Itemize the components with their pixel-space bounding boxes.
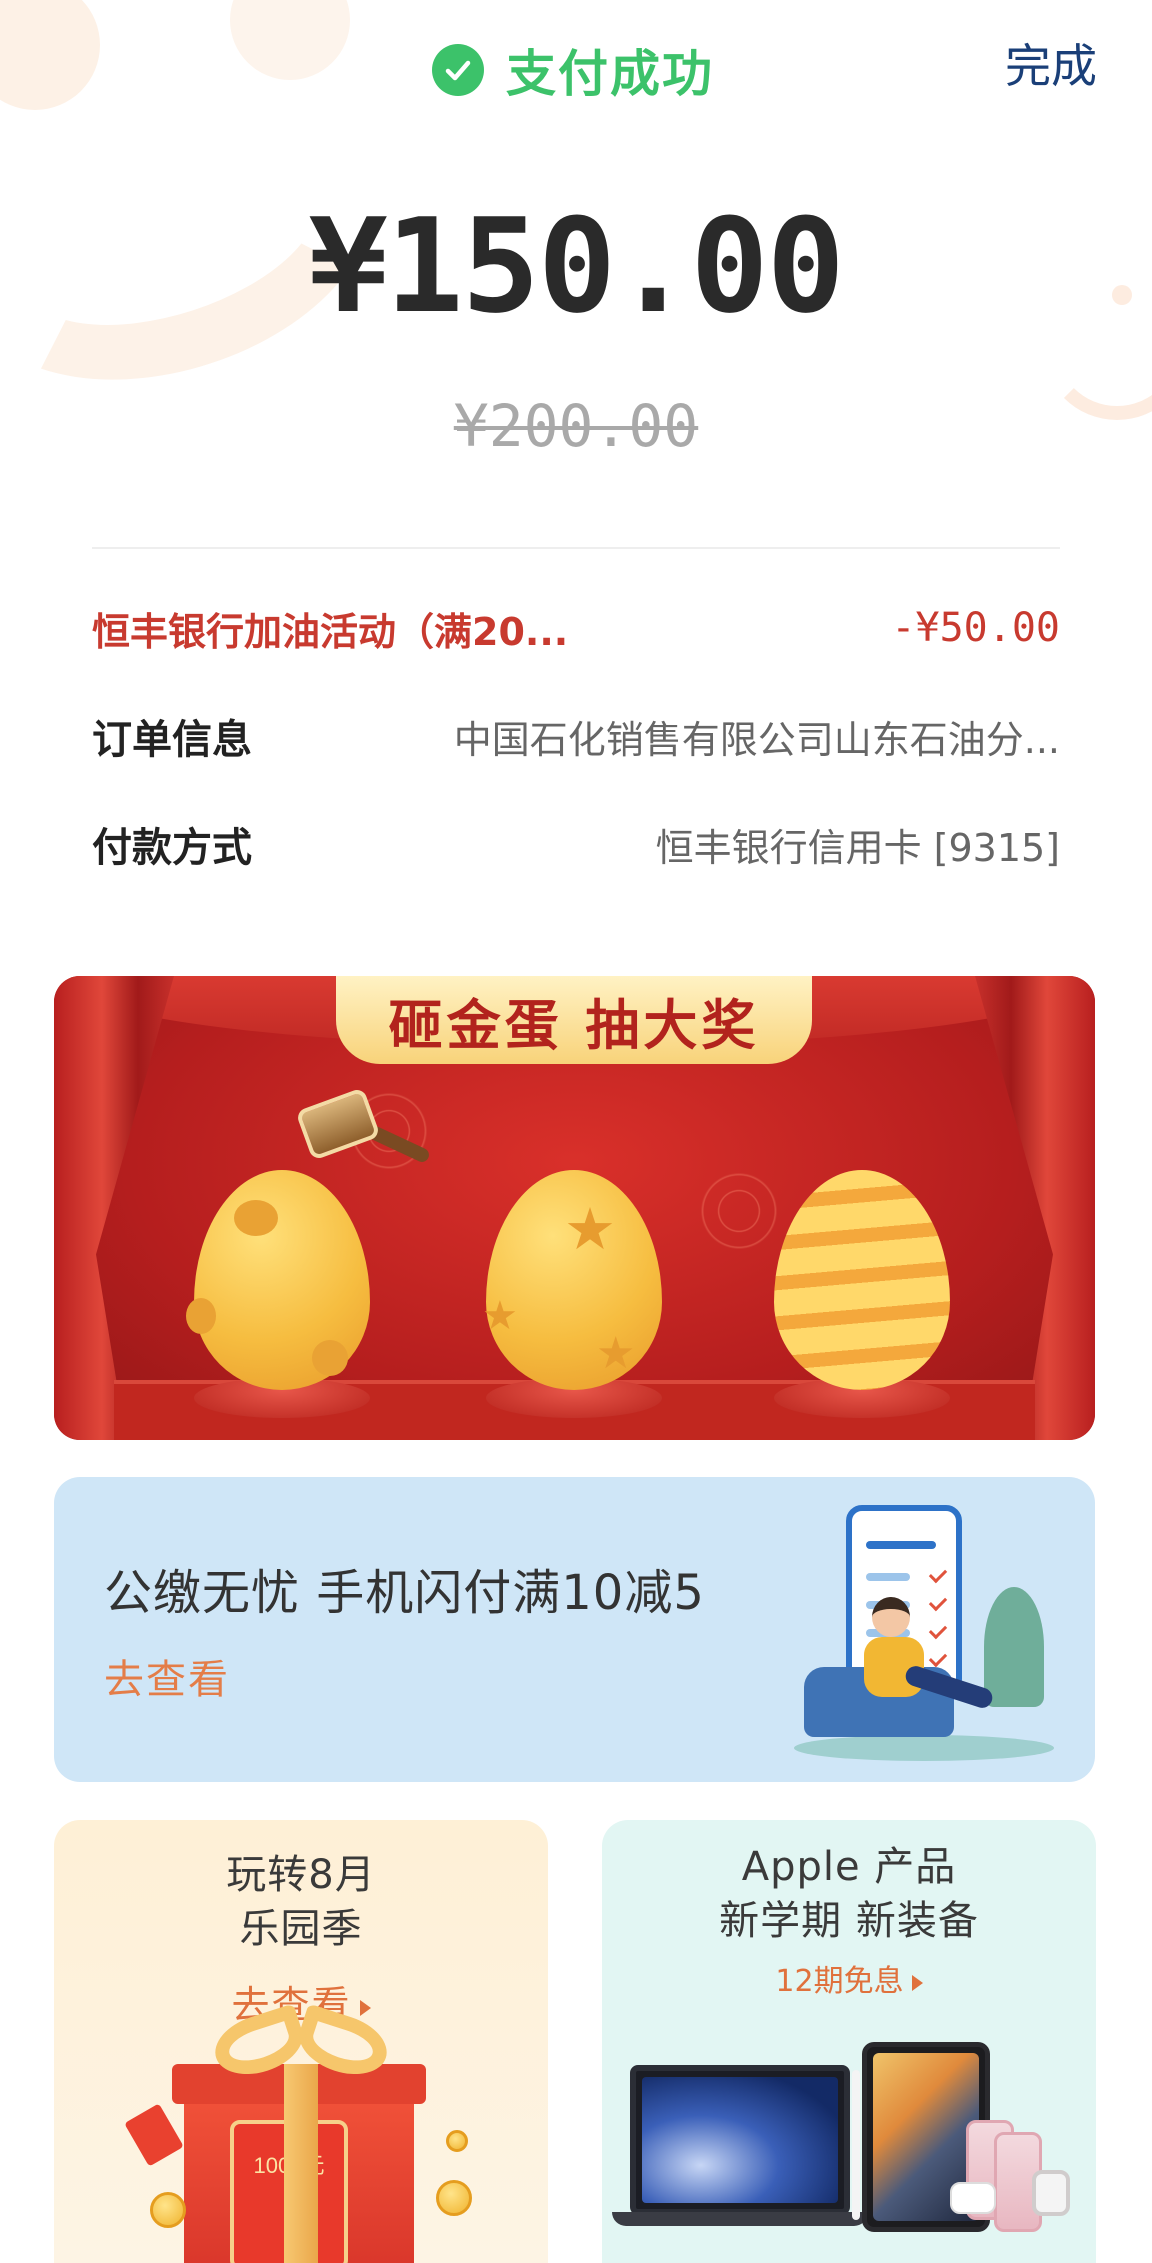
card-title: 玩转8月 乐园季 (54, 1848, 548, 1956)
hammer-icon (295, 1087, 432, 1194)
card-title-line: 新学期 新装备 (719, 1898, 979, 1944)
phone-bill-illustration (784, 1497, 1064, 1767)
apple-products-card[interactable]: Apple 产品 新学期 新装备 12期免息 (602, 1820, 1096, 2263)
card-title-line: 乐园季 (239, 1906, 363, 1952)
curtain-left (54, 976, 174, 1440)
divider (92, 547, 1060, 549)
red-envelope-decoration (124, 2103, 184, 2167)
laptop-illustration (630, 2065, 850, 2215)
card-title: Apple 产品 新学期 新装备 (602, 1840, 1096, 1948)
card-link-label: 12期免息 (775, 1964, 904, 1999)
utility-banner-title: 公缴无忧 手机闪付满10减5 (104, 1565, 705, 1621)
firework-decoration (694, 1166, 784, 1256)
payment-method-label: 付款方式 (92, 825, 252, 871)
paid-amount: ¥150.00 (309, 190, 845, 342)
gift-ribbon (284, 2064, 318, 2263)
card-title-line: Apple 产品 (741, 1844, 957, 1890)
check-circle-icon (432, 44, 484, 96)
done-button[interactable]: 完成 (1005, 30, 1097, 96)
header: 支付成功 完成 (0, 0, 1152, 130)
curtain-right (975, 976, 1095, 1440)
order-info-value: 中国石化销售有限公司山东石油分... (453, 717, 1060, 762)
card-link[interactable]: 去查看 (54, 1974, 548, 2029)
card-link[interactable]: 12期免息 (602, 1956, 1096, 2000)
lottery-title: 砸金蛋 抽大奖 (336, 976, 812, 1064)
golden-egg-lottery-banner[interactable]: 砸金蛋 抽大奖 ★ ★ ★ (54, 976, 1095, 1440)
golden-egg[interactable] (774, 1170, 950, 1390)
coin-icon (150, 2192, 186, 2228)
payment-method-row[interactable]: 付款方式 恒丰银行信用卡 [9315] (92, 814, 1060, 874)
golden-egg[interactable]: ★ ★ ★ (482, 1170, 662, 1390)
payment-status: 支付成功 (432, 34, 714, 106)
coin-icon (446, 2130, 468, 2152)
promotion-label: 恒丰银行加油活动（满20... (92, 609, 569, 654)
triangle-right-icon (359, 1999, 371, 2016)
order-info-row[interactable]: 订单信息 中国石化销售有限公司山东石油分... (92, 706, 1060, 766)
coin-icon (436, 2180, 472, 2216)
order-info-label: 订单信息 (92, 717, 252, 763)
golden-egg[interactable] (186, 1170, 370, 1390)
watch-illustration (1032, 2170, 1070, 2216)
park-season-card[interactable]: 玩转8月 乐园季 去查看 1000元 (54, 1820, 548, 2263)
promotion-row[interactable]: 恒丰银行加油活动（满20... -¥50.00 (92, 598, 1060, 658)
card-title-line: 玩转8月 (226, 1852, 376, 1898)
laptop-base (612, 2212, 868, 2226)
triangle-right-icon (911, 1974, 923, 1991)
promotion-discount: -¥50.00 (891, 605, 1060, 651)
payment-method-value: 恒丰银行信用卡 [9315] (655, 825, 1060, 870)
pencil-illustration (852, 2070, 860, 2220)
earbuds-illustration (950, 2182, 996, 2214)
status-text: 支付成功 (506, 45, 714, 103)
original-amount: ¥200.00 (453, 392, 699, 460)
utility-payment-banner[interactable]: 公缴无忧 手机闪付满10减5 去查看 (54, 1477, 1095, 1782)
utility-banner-link[interactable]: 去查看 (104, 1647, 230, 1705)
